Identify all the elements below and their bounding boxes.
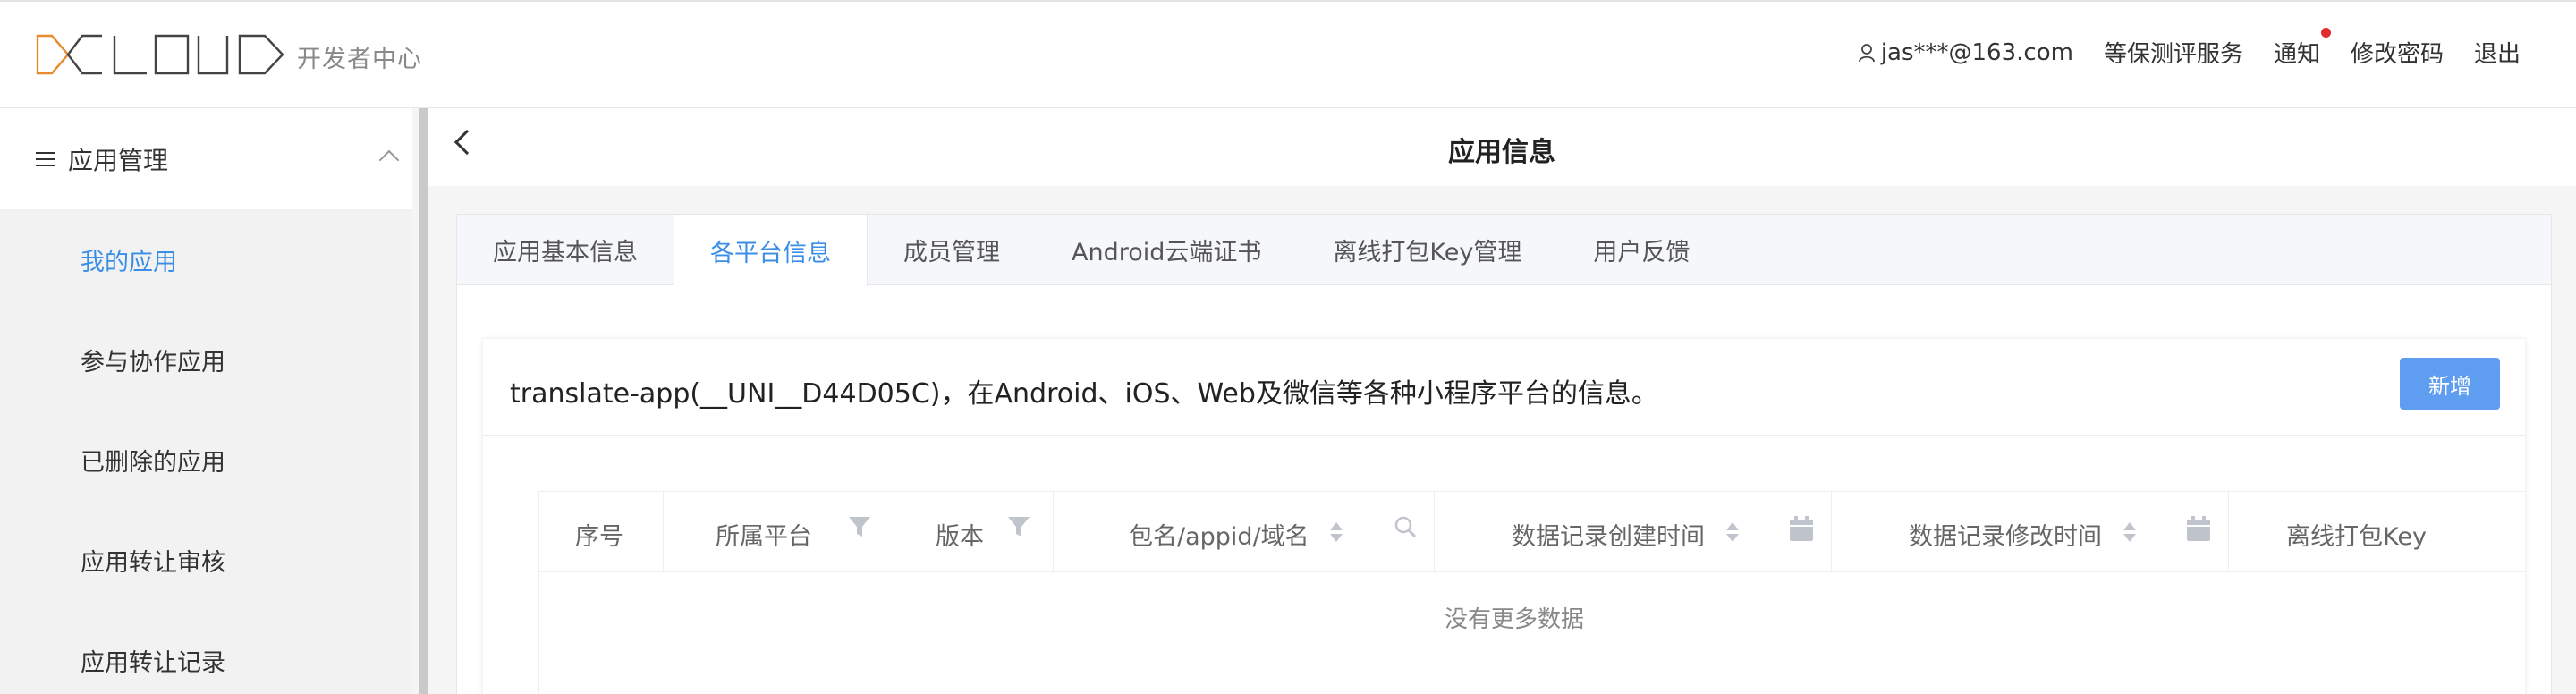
- sidebar-item-transfer-review[interactable]: 应用转让审核: [0, 510, 412, 610]
- column-label: 版本: [936, 523, 984, 551]
- nav-security-assessment[interactable]: 等保测评服务: [2104, 36, 2243, 69]
- column-label: 所属平台: [716, 523, 812, 551]
- nav-change-password[interactable]: 修改密码: [2351, 36, 2444, 69]
- column-header-modified[interactable]: 数据记录修改时间: [1832, 492, 2229, 572]
- sidebar-item-transfer-records[interactable]: 应用转让记录: [0, 610, 412, 694]
- tab-bar: 应用基本信息 各平台信息 成员管理 Android云端证书 离线打包Key管理 …: [457, 215, 2551, 286]
- top-header: 开发者中心 jas***@163.com 等保测评服务 通知 修改密码 退出: [0, 0, 2576, 108]
- column-label: 序号: [575, 523, 623, 551]
- column-header-index: 序号: [539, 492, 664, 572]
- column-header-platform[interactable]: 所属平台: [664, 492, 894, 572]
- filter-icon[interactable]: [1007, 515, 1030, 538]
- nav-logout[interactable]: 退出: [2474, 36, 2521, 69]
- column-header-version[interactable]: 版本: [894, 492, 1054, 572]
- sidebar-section-app-management[interactable]: 应用管理: [0, 108, 412, 209]
- nav-notifications-label: 通知: [2273, 41, 2320, 68]
- notification-dot: [2320, 28, 2331, 38]
- card-title: translate-app(__UNI__D44D05C)，在Android、i…: [510, 378, 1658, 410]
- main-content: 应用信息 应用基本信息 各平台信息 成员管理 Android云端证书 离线打包K…: [428, 108, 2576, 694]
- column-header-package[interactable]: 包名/appid/域名: [1054, 492, 1435, 572]
- sidebar: 应用管理 我的应用 参与协作应用 已删除的应用 应用转让审核 应用转让记录: [0, 108, 412, 694]
- tab-android-cert[interactable]: Android云端证书: [1036, 215, 1297, 285]
- nav-notifications[interactable]: 通知: [2273, 28, 2331, 69]
- tab-members[interactable]: 成员管理: [868, 215, 1036, 285]
- card-header: translate-app(__UNI__D44D05C)，在Android、i…: [483, 339, 2525, 436]
- chevron-up-icon: [378, 149, 400, 171]
- page-header: 应用信息: [428, 108, 2576, 186]
- list-icon: [36, 151, 55, 167]
- column-label: 包名/appid/域名: [1129, 523, 1309, 551]
- add-button[interactable]: 新增: [2400, 358, 2500, 410]
- platform-info-card: translate-app(__UNI__D44D05C)，在Android、i…: [483, 339, 2525, 694]
- site-subtitle: 开发者中心: [297, 46, 422, 73]
- tab-offline-key[interactable]: 离线打包Key管理: [1297, 215, 1557, 285]
- sidebar-item-my-apps[interactable]: 我的应用: [0, 209, 412, 309]
- dcloud-logo-mark: [36, 34, 284, 75]
- sort-icon[interactable]: [2122, 522, 2136, 546]
- calendar-icon[interactable]: [1789, 515, 1814, 542]
- tab-platform-info[interactable]: 各平台信息: [674, 215, 868, 286]
- sort-icon[interactable]: [1328, 522, 1343, 546]
- column-header-offline-key: 离线打包Key: [2229, 492, 2469, 572]
- platform-table: 序号 所属平台 版本 包名/appid/域名 数据记录创建时间 数据记录修改时间…: [538, 491, 2525, 694]
- filter-icon[interactable]: [848, 515, 871, 538]
- table-header: 序号 所属平台 版本 包名/appid/域名 数据记录创建时间 数据记录修改时间…: [539, 492, 2525, 572]
- column-label: 离线打包Key: [2286, 523, 2427, 551]
- search-icon[interactable]: [1394, 515, 1417, 538]
- user-icon: [1858, 43, 1875, 62]
- sidebar-item-deleted-apps[interactable]: 已删除的应用: [0, 410, 412, 510]
- calendar-icon[interactable]: [2186, 515, 2211, 542]
- column-label: 数据记录修改时间: [1909, 523, 2102, 551]
- sidebar-scrollbar[interactable]: [419, 108, 428, 694]
- sidebar-section-label: 应用管理: [68, 145, 169, 175]
- dcloud-logo[interactable]: [36, 32, 286, 77]
- user-email: jas***@163.com: [1880, 38, 2073, 66]
- sidebar-item-collab-apps[interactable]: 参与协作应用: [0, 309, 412, 410]
- column-header-created[interactable]: 数据记录创建时间: [1435, 492, 1832, 572]
- page-title: 应用信息: [1448, 137, 1555, 168]
- empty-state-text: 没有更多数据: [1444, 605, 1584, 633]
- tab-basic-info[interactable]: 应用基本信息: [457, 215, 674, 285]
- top-nav: jas***@163.com 等保测评服务 通知 修改密码 退出: [1858, 28, 2521, 69]
- column-label: 数据记录创建时间: [1512, 523, 1705, 551]
- tab-feedback[interactable]: 用户反馈: [1557, 215, 1725, 285]
- tab-panel: 应用基本信息 各平台信息 成员管理 Android云端证书 离线打包Key管理 …: [456, 214, 2552, 694]
- sort-icon[interactable]: [1724, 522, 1739, 546]
- user-account[interactable]: jas***@163.com: [1858, 39, 2073, 66]
